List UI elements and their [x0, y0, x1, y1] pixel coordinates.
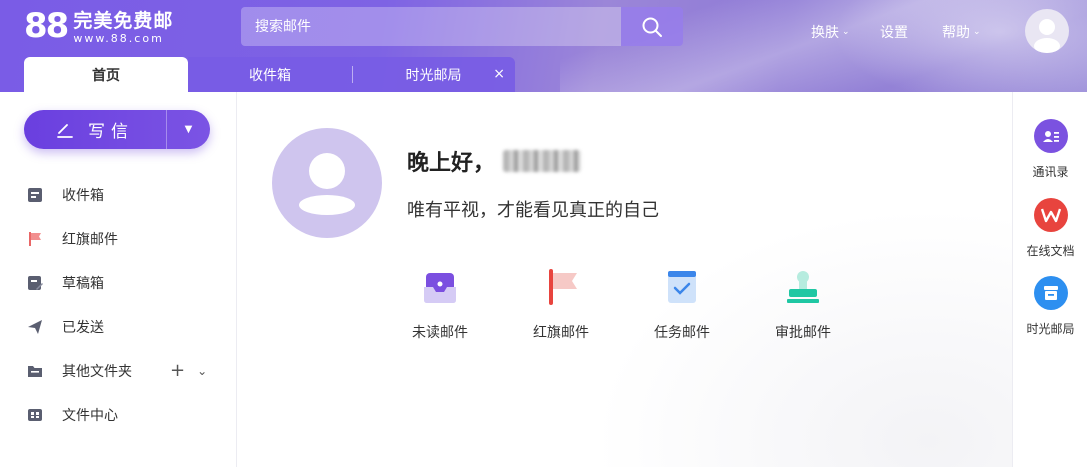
settings-link[interactable]: 设置 — [880, 22, 908, 42]
file-center-icon — [26, 406, 44, 424]
contacts-icon — [1033, 119, 1068, 153]
red-flag-icon — [26, 230, 44, 248]
brand-logo[interactable]: 88 完美免费邮 www.88.com — [24, 8, 173, 45]
tab-home[interactable]: 首页 — [24, 57, 188, 92]
caret-down-icon: ▼ — [184, 124, 193, 135]
sidebar: 写信 ▼ 收件箱 红旗邮件 草稿箱 已发送 其他文件夹 + ⌄ 文件中心 — [0, 92, 237, 467]
sidebar-item-label: 文件中心 — [62, 408, 118, 424]
sidebar-item-label: 已发送 — [62, 320, 104, 336]
right-item-online-docs[interactable]: 在线文档 — [1013, 198, 1087, 259]
blurred-username — [503, 150, 582, 172]
compose-dropdown-button[interactable]: ▼ — [167, 110, 210, 149]
sidebar-item-label: 收件箱 — [62, 188, 104, 204]
home-content: 晚上好， 唯有平视，才能看见真正的自己 未读邮件 红旗邮件 任务邮件 审批邮件 — [238, 92, 1012, 467]
right-item-label: 时光邮局 — [1026, 322, 1075, 336]
right-item-time-post[interactable]: 时光邮局 — [1013, 276, 1087, 337]
tab-time-post[interactable]: 时光邮局 × — [352, 57, 515, 92]
right-item-label: 在线文档 — [1026, 244, 1075, 258]
logo-url: www.88.com — [73, 32, 164, 45]
quick-task-mail[interactable]: 任务邮件 — [632, 264, 732, 342]
tab-divider — [352, 66, 353, 83]
inbox-icon — [26, 186, 44, 204]
pen-icon — [57, 123, 73, 138]
close-icon[interactable]: × — [493, 66, 505, 82]
tab-inbox[interactable]: 收件箱 — [188, 57, 352, 92]
user-silhouette-icon — [299, 153, 355, 215]
sidebar-item-drafts[interactable]: 草稿箱 — [26, 271, 104, 295]
right-toolbar: 通讯录 在线文档 时光邮局 — [1012, 92, 1087, 467]
quick-unread-mail[interactable]: 未读邮件 — [390, 264, 490, 342]
right-item-label: 通讯录 — [1032, 165, 1069, 179]
approval-mail-icon — [780, 264, 826, 310]
chevron-down-icon[interactable]: ⌄ — [197, 364, 207, 378]
chevron-down-icon: ⌄ — [973, 27, 981, 37]
tab-bar: 首页 收件箱 时光邮局 × — [24, 57, 515, 92]
task-mail-icon — [659, 264, 705, 310]
skin-label: 换肤 — [811, 25, 839, 41]
draft-icon — [26, 274, 44, 292]
quick-label: 红旗邮件 — [533, 325, 589, 341]
tab-label: 收件箱 — [249, 67, 291, 84]
search-bar — [241, 7, 683, 46]
compose-label: 写信 — [88, 122, 134, 142]
search-button[interactable] — [621, 7, 683, 46]
sidebar-item-file-center[interactable]: 文件中心 — [26, 403, 118, 427]
compose-button[interactable]: 写信 — [24, 110, 166, 149]
send-icon — [26, 318, 44, 336]
help-menu[interactable]: 帮助 ⌄ — [942, 22, 981, 42]
red-flag-mail-icon — [538, 264, 584, 310]
search-input[interactable] — [241, 7, 621, 46]
add-folder-button[interactable]: + — [170, 360, 185, 381]
sidebar-item-label: 红旗邮件 — [62, 232, 118, 248]
quick-label: 审批邮件 — [775, 325, 831, 341]
quick-red-flag-mail[interactable]: 红旗邮件 — [511, 264, 611, 342]
sidebar-item-label: 其他文件夹 — [62, 364, 132, 380]
motto-text: 唯有平视，才能看见真正的自己 — [407, 200, 659, 221]
help-label: 帮助 — [942, 25, 970, 41]
greeting-row: 晚上好， — [407, 145, 582, 177]
quick-label: 未读邮件 — [412, 325, 468, 341]
user-silhouette-icon — [1034, 19, 1060, 53]
tab-label: 首页 — [92, 67, 120, 84]
user-avatar[interactable] — [1025, 9, 1069, 53]
folder-icon — [26, 362, 44, 380]
profile-avatar[interactable] — [272, 128, 382, 238]
settings-label: 设置 — [880, 25, 908, 41]
chevron-down-icon: ⌄ — [842, 27, 850, 37]
wps-docs-icon — [1033, 198, 1068, 232]
folder-tools: + ⌄ — [170, 360, 207, 381]
greeting-text: 晚上好， — [407, 151, 496, 176]
quick-approval-mail[interactable]: 审批邮件 — [753, 264, 853, 342]
quick-label: 任务邮件 — [654, 325, 710, 341]
unread-mail-icon — [417, 264, 463, 310]
sidebar-item-other-folders[interactable]: 其他文件夹 — [26, 359, 132, 383]
right-item-contacts[interactable]: 通讯录 — [1013, 119, 1087, 180]
top-header: 88 完美免费邮 www.88.com 换肤 ⌄ 设置 帮助 ⌄ 首页 — [0, 0, 1087, 92]
compose-button-group: 写信 ▼ — [24, 110, 210, 149]
tab-label: 时光邮局 — [405, 67, 462, 84]
logo-number: 88 — [24, 6, 69, 46]
time-post-icon — [1033, 276, 1068, 310]
sidebar-item-label: 草稿箱 — [62, 276, 104, 292]
sidebar-item-red-flag[interactable]: 红旗邮件 — [26, 227, 118, 251]
search-icon — [642, 17, 662, 37]
logo-text-group: 完美免费邮 www.88.com — [73, 10, 173, 45]
sidebar-item-sent[interactable]: 已发送 — [26, 315, 104, 339]
skin-menu[interactable]: 换肤 ⌄ — [811, 22, 850, 42]
sidebar-item-inbox[interactable]: 收件箱 — [26, 183, 104, 207]
logo-name: 完美免费邮 — [73, 10, 174, 32]
